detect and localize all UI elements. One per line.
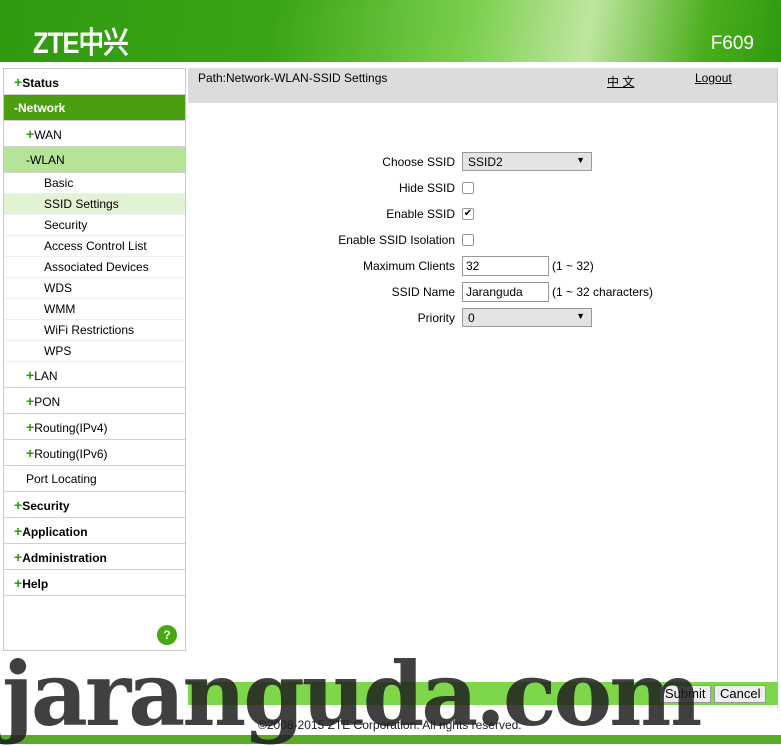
priority-select[interactable]: 0 ▼ xyxy=(462,308,592,327)
sidebar-item-basic[interactable]: Basic xyxy=(4,173,185,194)
expand-icon: + xyxy=(26,367,35,383)
sidebar-item-ssid-settings[interactable]: SSID Settings xyxy=(4,194,185,215)
label: WLAN xyxy=(30,153,65,167)
max-clients-row: Maximum Clients 32 (1 ~ 32) xyxy=(188,256,748,276)
selected-value: 0 xyxy=(468,311,475,325)
footer-bar xyxy=(0,735,781,744)
ssid-name-input[interactable]: Jaranguda xyxy=(462,282,549,302)
sidebar-item-access-control-list[interactable]: Access Control List xyxy=(4,236,185,257)
label: Security xyxy=(22,499,70,513)
hide-ssid-checkbox[interactable] xyxy=(462,182,474,194)
sidebar-item-wps[interactable]: WPS xyxy=(4,341,185,362)
sidebar-item-administration[interactable]: +Administration xyxy=(4,544,185,570)
sidebar-item-security-wlan[interactable]: Security xyxy=(4,215,185,236)
enable-ssid-checkbox[interactable]: ✔ xyxy=(462,208,474,220)
sidebar-item-help[interactable]: +Help xyxy=(4,570,185,596)
label: Routing(IPv4) xyxy=(34,421,108,435)
enable-ssid-label: Enable SSID xyxy=(386,207,455,221)
help-icon[interactable]: ? xyxy=(157,625,177,645)
sidebar-item-application[interactable]: +Application xyxy=(4,518,185,544)
max-clients-input[interactable]: 32 xyxy=(462,256,549,276)
expand-icon: + xyxy=(14,523,23,539)
hide-ssid-row: Hide SSID xyxy=(188,178,748,198)
ssid-name-label: SSID Name xyxy=(391,285,455,299)
sidebar-item-port-locating[interactable]: Port Locating xyxy=(4,466,185,492)
expand-icon: + xyxy=(26,126,35,142)
model-name: F609 xyxy=(710,33,754,54)
label: Administration xyxy=(22,551,107,565)
expand-icon: + xyxy=(26,419,35,435)
sidebar: +Status -Network +WAN -WLAN Basic SSID S… xyxy=(3,68,186,651)
label: Help xyxy=(22,577,49,591)
cancel-button[interactable]: Cancel xyxy=(714,685,767,703)
ssid-isolation-label: Enable SSID Isolation xyxy=(338,233,455,247)
label: Application xyxy=(22,525,88,539)
ssid-isolation-row: Enable SSID Isolation xyxy=(188,230,748,250)
choose-ssid-select[interactable]: SSID2 ▼ xyxy=(462,152,592,171)
expand-icon: + xyxy=(14,549,23,565)
expand-icon: + xyxy=(14,497,23,513)
sidebar-item-routing-ipv4[interactable]: +Routing(IPv4) xyxy=(4,414,185,440)
sidebar-item-pon[interactable]: +PON xyxy=(4,388,185,414)
sidebar-item-security[interactable]: +Security xyxy=(4,492,185,518)
sidebar-item-wifi-restrictions[interactable]: WiFi Restrictions xyxy=(4,320,185,341)
ssid-name-row: SSID Name Jaranguda (1 ~ 32 characters) xyxy=(188,282,748,302)
selected-value: SSID2 xyxy=(468,155,503,169)
expand-icon: + xyxy=(26,393,35,409)
expand-icon: + xyxy=(26,445,35,461)
copyright: ©2008-2015 ZTE Corporation. All rights r… xyxy=(258,718,522,732)
ssid-name-hint: (1 ~ 32 characters) xyxy=(552,285,654,299)
sidebar-item-wan[interactable]: +WAN xyxy=(4,121,185,147)
sidebar-item-lan[interactable]: +LAN xyxy=(4,362,185,388)
max-clients-label: Maximum Clients xyxy=(362,259,455,273)
ssid-isolation-checkbox[interactable] xyxy=(462,234,474,246)
dropdown-arrow-icon: ▼ xyxy=(576,311,585,321)
priority-row: Priority 0 ▼ xyxy=(188,308,748,328)
sidebar-item-network[interactable]: -Network xyxy=(4,95,185,121)
label: Status xyxy=(22,76,59,90)
label: WAN xyxy=(34,128,62,142)
content-border xyxy=(777,68,778,708)
dropdown-arrow-icon: ▼ xyxy=(576,155,585,165)
button-bar: Submit Cancel xyxy=(188,682,778,705)
choose-ssid-label: Choose SSID xyxy=(382,155,455,169)
header-banner: ZTE中兴 F609 xyxy=(0,0,781,62)
label: LAN xyxy=(34,369,58,383)
logout-link[interactable]: Logout xyxy=(695,71,732,85)
sidebar-item-wmm[interactable]: WMM xyxy=(4,299,185,320)
hide-ssid-label: Hide SSID xyxy=(398,181,455,195)
zte-logo: ZTE中兴 xyxy=(33,27,129,60)
enable-ssid-row: Enable SSID ✔ xyxy=(188,204,748,224)
label: Routing(IPv6) xyxy=(34,447,108,461)
max-clients-hint: (1 ~ 32) xyxy=(552,259,594,273)
language-link[interactable]: 中 文 xyxy=(607,73,634,90)
sidebar-item-routing-ipv6[interactable]: +Routing(IPv6) xyxy=(4,440,185,466)
priority-label: Priority xyxy=(417,311,455,325)
path-bar: Path:Network-WLAN-SSID Settings 中 文 Logo… xyxy=(188,68,778,103)
sidebar-item-wlan[interactable]: -WLAN xyxy=(4,147,185,173)
expand-icon: + xyxy=(14,74,23,90)
choose-ssid-row: Choose SSID SSID2 ▼ xyxy=(188,152,748,172)
sidebar-item-associated-devices[interactable]: Associated Devices xyxy=(4,257,185,278)
sidebar-item-wds[interactable]: WDS xyxy=(4,278,185,299)
label: Network xyxy=(18,101,66,115)
label: PON xyxy=(34,395,61,409)
expand-icon: + xyxy=(14,575,23,591)
breadcrumb: Path:Network-WLAN-SSID Settings xyxy=(198,71,388,85)
submit-button[interactable]: Submit xyxy=(659,685,712,703)
sidebar-item-status[interactable]: +Status xyxy=(4,69,185,95)
